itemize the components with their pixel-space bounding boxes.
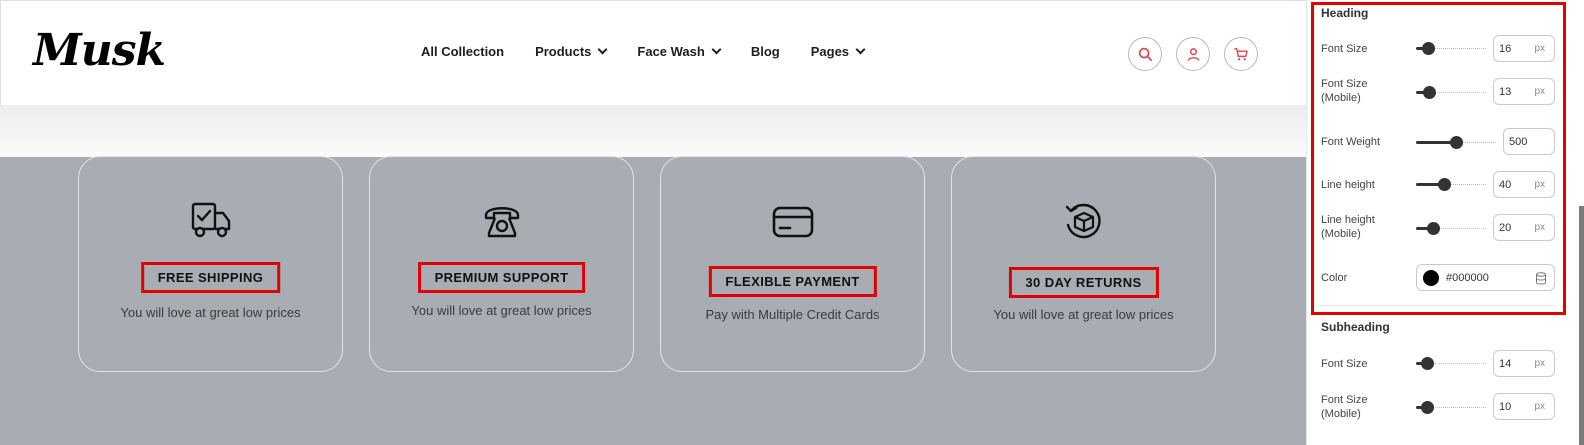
nav-blog[interactable]: Blog: [751, 44, 780, 59]
nav-label: Blog: [750, 44, 780, 59]
heading-font-size-input[interactable]: 16 px: [1493, 35, 1555, 62]
nav-face-wash[interactable]: Face Wash: [637, 44, 722, 59]
feature-card: PREMIUM SUPPORT You will love at great l…: [369, 156, 634, 372]
credit-card-icon: [772, 206, 813, 238]
subheading-font-size-mobile-input[interactable]: 10 px: [1493, 393, 1555, 420]
feature-title: FLEXIBLE PAYMENT: [708, 266, 877, 297]
chevron-down-icon: [597, 44, 608, 55]
heading-line-height-mobile-input[interactable]: 20 px: [1493, 214, 1555, 241]
heading-line-height-thumb[interactable]: [1438, 178, 1451, 191]
section-divider: [1318, 305, 1554, 306]
heading-font-size-mobile-label: Font Size (Mobile): [1321, 78, 1368, 104]
nav-label: Face Wash: [637, 44, 705, 59]
feature-card: FLEXIBLE PAYMENT Pay with Multiple Credi…: [660, 156, 925, 372]
unit: px: [1534, 358, 1545, 369]
feature-subtitle: You will love at great low prices: [120, 305, 301, 320]
nav-pages[interactable]: Pages: [810, 44, 866, 59]
feature-card: FREE SHIPPING You will love at great low…: [78, 156, 343, 372]
heading-font-size-mobile-input[interactable]: 13 px: [1493, 78, 1555, 105]
unit: px: [1534, 86, 1545, 97]
user-icon: [1187, 47, 1199, 61]
heading-color-label: Color: [1321, 272, 1348, 284]
nav-all-collection[interactable]: All Collection: [421, 44, 504, 59]
value: 10: [1499, 400, 1512, 413]
unit: px: [1534, 401, 1545, 412]
value: 13: [1499, 85, 1512, 98]
feature-title: 30 DAY RETURNS: [1008, 267, 1159, 298]
search-button[interactable]: [1128, 37, 1162, 71]
subheading-section-title: Subheading: [1321, 320, 1390, 334]
value: 500: [1509, 135, 1528, 148]
heading-section-title: Heading: [1321, 6, 1369, 20]
phone-icon: [484, 207, 519, 238]
cart-button[interactable]: [1224, 37, 1258, 71]
heading-line-height-mobile-label: Line height (Mobile): [1321, 214, 1375, 240]
subheading-font-size-label: Font Size: [1321, 358, 1368, 370]
feature-subtitle: You will love at great low prices: [993, 307, 1174, 322]
value: 40: [1499, 178, 1512, 191]
feature-subtitle: Pay with Multiple Credit Cards: [705, 307, 880, 322]
feature-title: FREE SHIPPING: [140, 262, 281, 293]
heading-font-size-mobile-thumb[interactable]: [1423, 86, 1436, 99]
unit: px: [1534, 179, 1545, 190]
nav-label: Pages: [810, 44, 850, 59]
heading-font-size-thumb[interactable]: [1422, 42, 1435, 55]
heading-line-height-mobile-thumb[interactable]: [1427, 222, 1440, 235]
value: 16: [1499, 42, 1512, 55]
nav-label: Products: [535, 44, 592, 59]
heading-color-picker[interactable]: #000000: [1416, 264, 1555, 291]
header-shadow: [0, 105, 1306, 157]
feature-subtitle: You will love at great low prices: [411, 303, 592, 318]
app-root: Musk All Collection Products Face Wash B…: [0, 0, 1584, 445]
heading-font-weight-label: Font Weight: [1321, 136, 1381, 148]
main-nav: All Collection Products Face Wash Blog P…: [421, 44, 866, 59]
subheading-font-size-mobile-thumb[interactable]: [1421, 401, 1434, 414]
nav-label: All Collection: [421, 44, 505, 59]
heading-line-height-slider[interactable]: [1416, 183, 1486, 186]
site-header: Musk All Collection Products Face Wash B…: [0, 0, 1306, 105]
return-box-icon: [1065, 203, 1101, 239]
heading-font-size-label: Font Size: [1321, 43, 1368, 55]
nav-products[interactable]: Products: [535, 44, 608, 59]
subheading-font-size-thumb[interactable]: [1421, 357, 1434, 370]
site-logo[interactable]: Musk: [33, 25, 166, 76]
chevron-down-icon: [855, 44, 866, 55]
color-swatch[interactable]: [1423, 269, 1439, 286]
color-hex-value: #000000: [1446, 271, 1489, 284]
feature-card: 30 DAY RETURNS You will love at great lo…: [951, 156, 1216, 372]
truck-icon: [191, 202, 230, 238]
value: 20: [1499, 221, 1512, 234]
heading-line-height-label: Line height: [1321, 179, 1375, 191]
panel-scrollbar[interactable]: [1579, 206, 1584, 445]
header-actions: [1128, 37, 1258, 71]
account-button[interactable]: [1176, 37, 1210, 71]
heading-line-height-input[interactable]: 40 px: [1493, 171, 1555, 198]
unit: px: [1534, 43, 1545, 54]
feature-title: PREMIUM SUPPORT: [417, 262, 586, 293]
cart-icon: [1234, 47, 1248, 60]
database-icon[interactable]: [1535, 272, 1547, 285]
search-icon: [1138, 47, 1152, 61]
value: 14: [1499, 357, 1512, 370]
heading-font-weight-input[interactable]: 500: [1503, 128, 1555, 155]
heading-font-weight-thumb[interactable]: [1450, 136, 1463, 149]
chevron-down-icon: [711, 44, 722, 55]
store-preview: Musk All Collection Products Face Wash B…: [0, 0, 1306, 445]
unit: px: [1534, 222, 1545, 233]
subheading-font-size-input[interactable]: 14 px: [1493, 350, 1555, 377]
subheading-font-size-mobile-label: Font Size (Mobile): [1321, 394, 1368, 420]
